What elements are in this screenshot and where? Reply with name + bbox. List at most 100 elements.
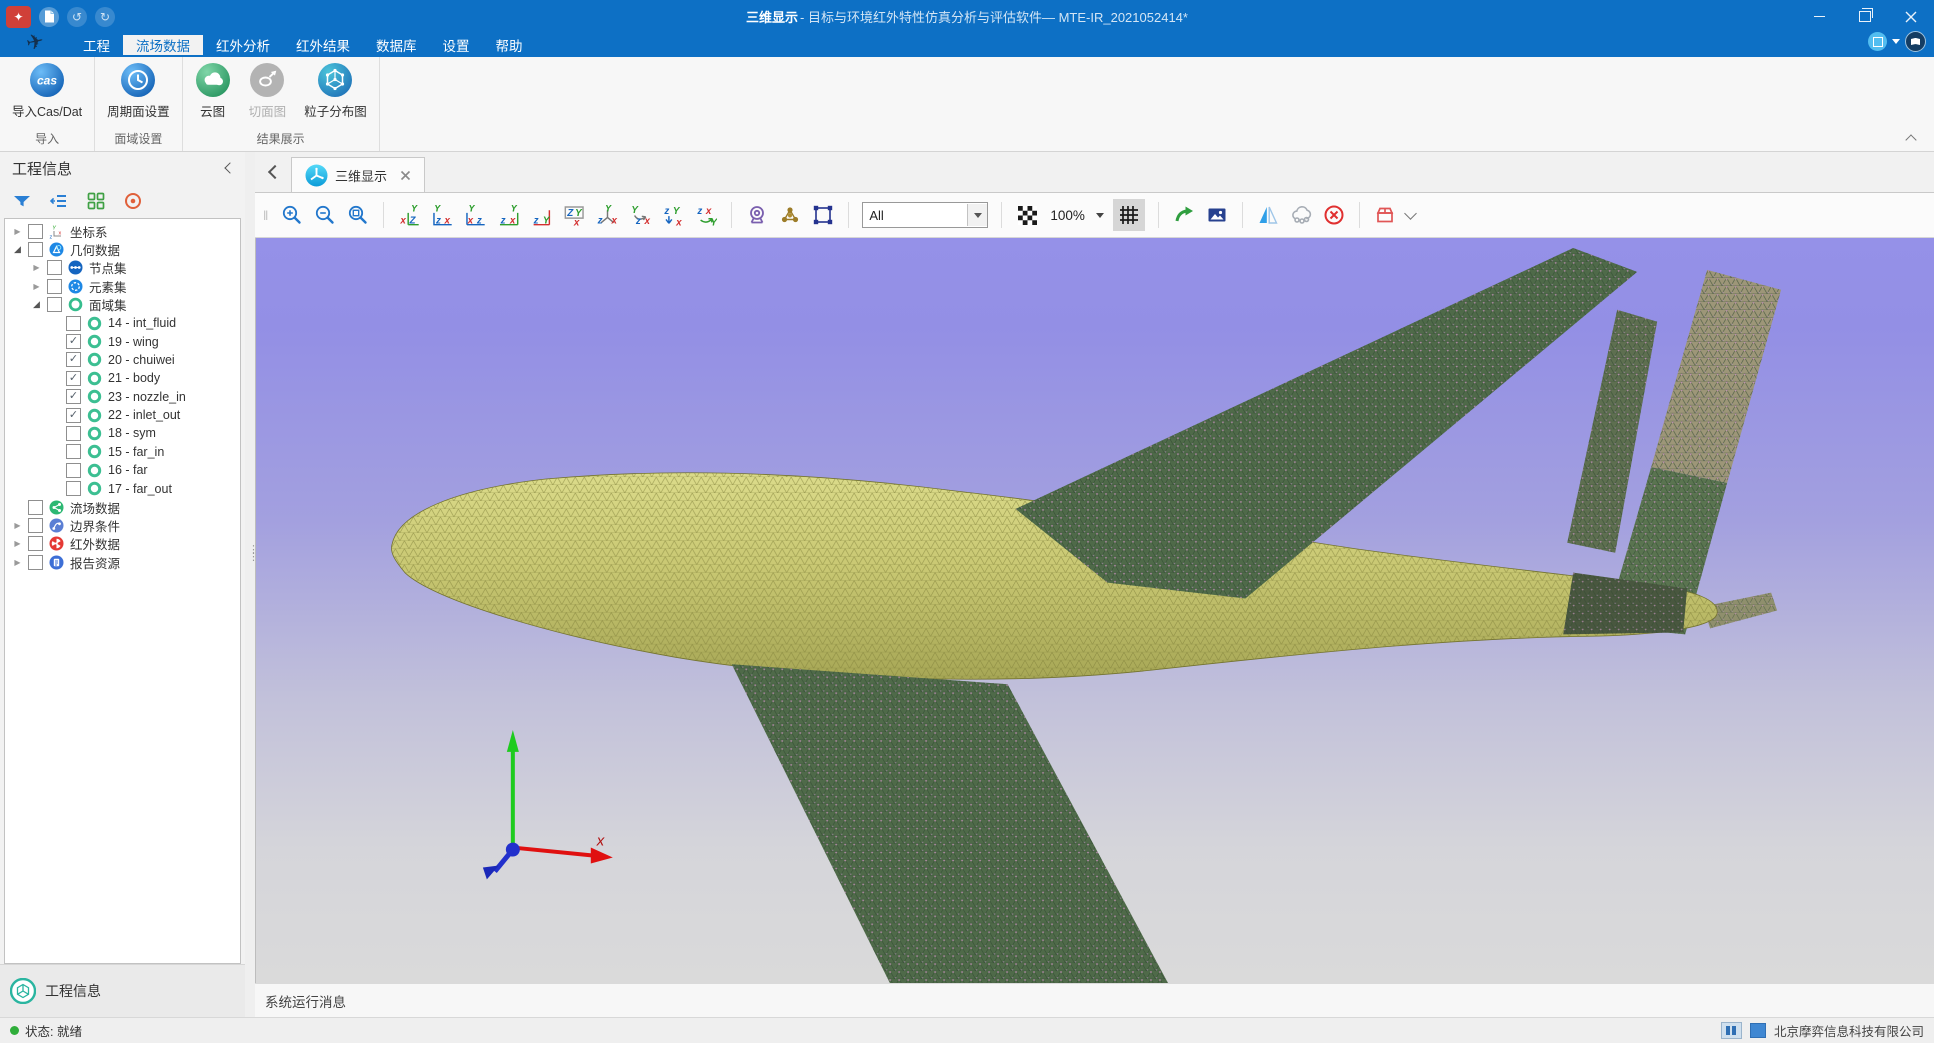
tree-expand-icon[interactable]: ▶	[30, 282, 43, 291]
menu-item-5[interactable]: 设置	[430, 35, 483, 55]
menu-item-1[interactable]: 流场数据	[123, 35, 203, 55]
snapshot-icon[interactable]	[1205, 203, 1229, 227]
tree-row[interactable]: ▶报告资源	[5, 553, 240, 571]
tree-expand-icon[interactable]: ◢	[30, 299, 43, 310]
tree-checkbox[interactable]	[28, 242, 43, 257]
app-pin-icon[interactable]: ✦	[6, 6, 31, 28]
help-book-icon[interactable]	[1905, 31, 1926, 52]
view-isometric-icon[interactable]: zxY	[595, 203, 619, 227]
tree-row[interactable]: ▶Yzx坐标系	[5, 222, 240, 240]
zoom-fit-icon[interactable]	[346, 203, 370, 227]
view-back-icon[interactable]: zxY	[430, 203, 454, 227]
zoom-out-icon[interactable]	[313, 203, 337, 227]
mirror-icon[interactable]	[1256, 203, 1280, 227]
display-filter-select[interactable]: All	[862, 202, 988, 228]
tree-checkbox[interactable]	[28, 555, 43, 570]
grid-icon[interactable]	[1113, 199, 1145, 231]
view-rotate-y-icon[interactable]: Yxz	[628, 203, 652, 227]
group-icon[interactable]	[86, 191, 106, 211]
tree-checkbox[interactable]	[66, 316, 81, 331]
tree-row[interactable]: ✓21 - body	[5, 369, 240, 387]
tree-checkbox[interactable]	[47, 279, 62, 294]
filter-icon[interactable]	[12, 191, 32, 211]
tree-row[interactable]: ✓19 - wing	[5, 332, 240, 350]
locate-icon[interactable]	[123, 191, 143, 211]
camera-icon[interactable]	[745, 203, 769, 227]
tree-checkbox[interactable]	[66, 426, 81, 441]
tree-checkbox[interactable]: ✓	[66, 371, 81, 386]
tree-checkbox[interactable]	[28, 536, 43, 551]
tree-row[interactable]: ▶红外数据	[5, 535, 240, 553]
tree-checkbox[interactable]: ✓	[66, 389, 81, 404]
tab-scroll-left-icon[interactable]	[255, 152, 291, 192]
view-right-icon[interactable]: zxY	[496, 203, 520, 227]
tree-checkbox[interactable]: ✓	[66, 352, 81, 367]
menu-item-3[interactable]: 红外结果	[283, 35, 363, 55]
particles-icon[interactable]	[778, 203, 802, 227]
tree-checkbox[interactable]: ✓	[66, 408, 81, 423]
tree-row[interactable]: 流场数据	[5, 498, 240, 516]
redo-icon[interactable]: ↻	[95, 7, 115, 27]
tree-row[interactable]: ▶边界条件	[5, 516, 240, 534]
tree-row[interactable]: 18 - sym	[5, 424, 240, 442]
tree-row[interactable]: ◢几何数据	[5, 240, 240, 258]
tree-row[interactable]: 14 - int_fluid	[5, 314, 240, 332]
zoom-level-value[interactable]: 100%	[1050, 208, 1085, 223]
tree-row[interactable]: ▶元素集	[5, 277, 240, 295]
tree-row[interactable]: 17 - far_out	[5, 479, 240, 497]
menu-item-6[interactable]: 帮助	[483, 35, 536, 55]
tree-checkbox[interactable]	[28, 224, 43, 239]
view-front-icon[interactable]: xZY	[397, 203, 421, 227]
panel-splitter[interactable]: ⋮⋮	[245, 152, 255, 1017]
tree-expand-icon[interactable]: ▶	[11, 521, 24, 530]
tree-row[interactable]: ✓22 - inlet_out	[5, 406, 240, 424]
panel-layout-toggle-icon[interactable]	[1721, 1022, 1742, 1039]
view-bottom-icon[interactable]: ZYx	[562, 203, 586, 227]
tree-checkbox[interactable]	[28, 500, 43, 515]
ribbon-button-粒子分布图[interactable]: 粒子分布图	[304, 62, 367, 128]
package-icon[interactable]	[1373, 203, 1397, 227]
tree-expand-icon[interactable]: ▶	[11, 558, 24, 567]
tree-checkbox[interactable]	[47, 260, 62, 275]
menu-item-4[interactable]: 数据库	[363, 35, 430, 55]
display-filter-dropdown-icon[interactable]	[967, 204, 987, 226]
ribbon-collapse-icon[interactable]	[1906, 133, 1916, 143]
ribbon-button-周期面设置[interactable]: 周期面设置	[107, 62, 170, 128]
zoom-in-icon[interactable]	[280, 203, 304, 227]
outline-icon[interactable]	[49, 191, 69, 211]
view-top-icon[interactable]: zY	[529, 203, 553, 227]
tree-row[interactable]: ✓20 - chuiwei	[5, 351, 240, 369]
undo-icon[interactable]: ↺	[67, 7, 87, 27]
ribbon-button-导入Cas/Dat[interactable]: cas导入Cas/Dat	[12, 62, 82, 128]
view-flip-icon[interactable]: zYx	[661, 203, 685, 227]
tab-close-icon[interactable]	[400, 170, 411, 181]
tree-checkbox[interactable]	[66, 444, 81, 459]
skin-dropdown-caret-icon[interactable]	[1892, 39, 1900, 44]
tree-checkbox[interactable]	[28, 518, 43, 533]
tree-checkbox[interactable]	[66, 481, 81, 496]
3d-viewport[interactable]: x	[255, 238, 1934, 983]
tree-expand-icon[interactable]: ▶	[30, 263, 43, 272]
zoom-level-caret-icon[interactable]	[1096, 213, 1104, 218]
toolbar-drag-handle[interactable]: ‖	[263, 208, 269, 223]
tree-row[interactable]: 15 - far_in	[5, 443, 240, 461]
panel-footer-tab[interactable]: 工程信息	[0, 964, 245, 1017]
tree-row[interactable]: 16 - far	[5, 461, 240, 479]
tree-checkbox[interactable]	[47, 297, 62, 312]
ribbon-button-云图[interactable]: 云图	[195, 62, 231, 128]
tree-row[interactable]: ▶节点集	[5, 259, 240, 277]
menu-item-0[interactable]: 工程	[70, 35, 123, 55]
dither-icon[interactable]	[1015, 203, 1039, 227]
tree-row[interactable]: ✓23 - nozzle_in	[5, 388, 240, 406]
skin-icon[interactable]	[1868, 32, 1887, 51]
cloud-outline-icon[interactable]	[1289, 203, 1313, 227]
package-dropdown-icon[interactable]	[1404, 207, 1417, 220]
minimize-button[interactable]	[1796, 0, 1842, 33]
tree-row[interactable]: ◢面域集	[5, 296, 240, 314]
menu-item-2[interactable]: 红外分析	[203, 35, 283, 55]
tree-expand-icon[interactable]: ▶	[11, 539, 24, 548]
view-rotate-z-icon[interactable]: zxY	[694, 203, 718, 227]
close-button[interactable]	[1888, 0, 1934, 33]
window-layout-toggle-icon[interactable]	[1750, 1023, 1766, 1038]
box-select-icon[interactable]	[811, 203, 835, 227]
